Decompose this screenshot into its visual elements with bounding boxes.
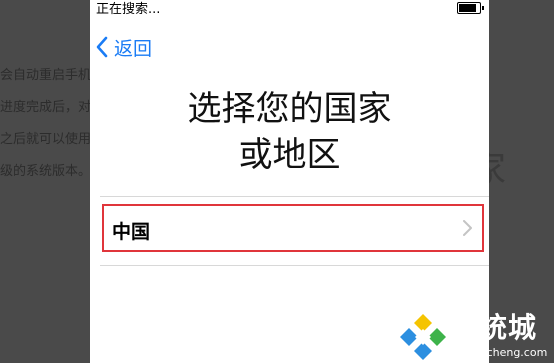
country-label: 中国 xyxy=(112,221,151,243)
divider xyxy=(100,196,489,197)
carrier-status-text: 正在搜索... xyxy=(96,2,161,17)
xitongcheng-logo-icon xyxy=(400,314,446,360)
site-watermark: 系统城 xitongcheng.com xyxy=(398,310,554,363)
watermark-name: 系统城 xyxy=(450,311,538,344)
page-title: 选择您的国家 或地区 xyxy=(90,86,489,178)
watermark-url: xitongcheng.com xyxy=(452,346,548,359)
country-option-china[interactable]: 中国 xyxy=(102,204,484,252)
battery-fill xyxy=(459,4,476,12)
status-bar: 正在搜索... xyxy=(90,0,489,17)
background-line: 级的系统版本。 xyxy=(0,164,90,179)
phone-screen: 正在搜索... 返回 选择您的国家 或地区 中国 xyxy=(90,0,489,363)
background-line: 进度完成后，对 xyxy=(0,100,90,115)
divider xyxy=(100,265,489,266)
background-line: 之后就可以使用 xyxy=(0,132,90,147)
battery-icon xyxy=(457,2,484,14)
battery-tip xyxy=(482,6,484,10)
title-line: 选择您的国家 xyxy=(187,89,392,129)
chevron-right-icon xyxy=(463,220,472,236)
back-button[interactable]: 返回 xyxy=(96,34,152,60)
background-article-text: 会自动重启手机 进度完成后，对 之后就可以使用 级的系统版本。 xyxy=(0,60,90,188)
back-label: 返回 xyxy=(114,37,153,60)
title-line: 或地区 xyxy=(238,135,341,175)
background-line: 会自动重启手机 xyxy=(0,68,90,83)
chevron-left-icon xyxy=(96,36,108,58)
